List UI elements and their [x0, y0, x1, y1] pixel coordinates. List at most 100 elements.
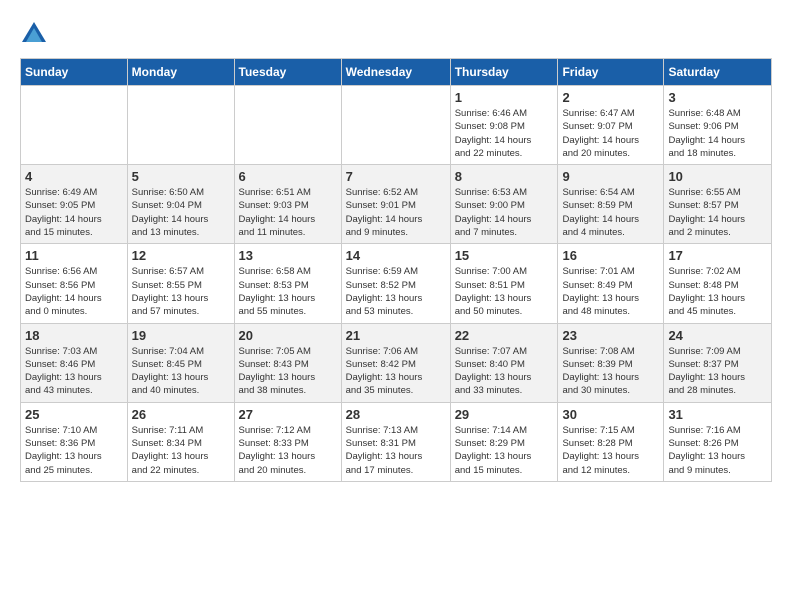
day-info: Sunrise: 6:56 AM Sunset: 8:56 PM Dayligh… [25, 265, 123, 318]
calendar-cell: 5 Sunrise: 6:50 AM Sunset: 9:04 PM Daylig… [127, 165, 234, 244]
calendar-cell: 11 Sunrise: 6:56 AM Sunset: 8:56 PM Dayli… [21, 244, 128, 323]
day-number: 3 [668, 90, 767, 105]
calendar-header: SundayMondayTuesdayWednesdayThursdayFrid… [21, 59, 772, 86]
day-number: 14 [346, 248, 446, 263]
calendar-row: 18 Sunrise: 7:03 AM Sunset: 8:46 PM Dayli… [21, 323, 772, 402]
calendar-cell: 27 Sunrise: 7:12 AM Sunset: 8:33 PM Dayli… [234, 402, 341, 481]
day-number: 1 [455, 90, 554, 105]
calendar-cell: 24 Sunrise: 7:09 AM Sunset: 8:37 PM Dayli… [664, 323, 772, 402]
calendar-cell: 19Sunrise: 7:04 AM Sunset: 8:45 PM Dayli… [127, 323, 234, 402]
day-number: 10 [668, 169, 767, 184]
page-header [20, 20, 772, 48]
calendar-cell: 8 Sunrise: 6:53 AM Sunset: 9:00 PM Daylig… [450, 165, 558, 244]
day-number: 6 [239, 169, 337, 184]
day-info: Sunrise: 7:06 AM Sunset: 8:42 PM Dayligh… [346, 345, 446, 398]
day-info: Sunrise: 7:16 AM Sunset: 8:26 PM Dayligh… [668, 424, 767, 477]
day-number: 16 [562, 248, 659, 263]
day-number: 27 [239, 407, 337, 422]
day-info: Sunrise: 7:11 AM Sunset: 8:34 PM Dayligh… [132, 424, 230, 477]
calendar-cell: 7 Sunrise: 6:52 AM Sunset: 9:01 PM Daylig… [341, 165, 450, 244]
calendar-cell: 13 Sunrise: 6:58 AM Sunset: 8:53 PM Dayli… [234, 244, 341, 323]
day-info: Sunrise: 7:05 AM Sunset: 8:43 PM Dayligh… [239, 345, 337, 398]
day-number: 19 [132, 328, 230, 343]
calendar-cell: 26Sunrise: 7:11 AM Sunset: 8:34 PM Dayli… [127, 402, 234, 481]
calendar-cell: 23 Sunrise: 7:08 AM Sunset: 8:39 PM Dayli… [558, 323, 664, 402]
day-info: Sunrise: 7:00 AM Sunset: 8:51 PM Dayligh… [455, 265, 554, 318]
day-number: 28 [346, 407, 446, 422]
calendar-cell: 18 Sunrise: 7:03 AM Sunset: 8:46 PM Dayli… [21, 323, 128, 402]
day-info: Sunrise: 6:52 AM Sunset: 9:01 PM Dayligh… [346, 186, 446, 239]
calendar-cell: 29Sunrise: 7:14 AM Sunset: 8:29 PM Dayli… [450, 402, 558, 481]
logo [20, 20, 52, 48]
day-info: Sunrise: 6:55 AM Sunset: 8:57 PM Dayligh… [668, 186, 767, 239]
day-info: Sunrise: 7:01 AM Sunset: 8:49 PM Dayligh… [562, 265, 659, 318]
calendar-cell: 20Sunrise: 7:05 AM Sunset: 8:43 PM Dayli… [234, 323, 341, 402]
calendar-row: 4 Sunrise: 6:49 AM Sunset: 9:05 PM Daylig… [21, 165, 772, 244]
weekday-header: Monday [127, 59, 234, 86]
day-info: Sunrise: 6:50 AM Sunset: 9:04 PM Dayligh… [132, 186, 230, 239]
day-info: Sunrise: 6:46 AM Sunset: 9:08 PM Dayligh… [455, 107, 554, 160]
day-number: 21 [346, 328, 446, 343]
day-number: 4 [25, 169, 123, 184]
day-number: 12 [132, 248, 230, 263]
weekday-header: Sunday [21, 59, 128, 86]
weekday-header: Friday [558, 59, 664, 86]
day-info: Sunrise: 7:07 AM Sunset: 8:40 PM Dayligh… [455, 345, 554, 398]
day-number: 15 [455, 248, 554, 263]
day-number: 22 [455, 328, 554, 343]
calendar-cell: 12Sunrise: 6:57 AM Sunset: 8:55 PM Dayli… [127, 244, 234, 323]
calendar-body: 1 Sunrise: 6:46 AM Sunset: 9:08 PM Daylig… [21, 86, 772, 482]
day-number: 29 [455, 407, 554, 422]
calendar-cell: 1 Sunrise: 6:46 AM Sunset: 9:08 PM Daylig… [450, 86, 558, 165]
calendar-cell [234, 86, 341, 165]
day-number: 7 [346, 169, 446, 184]
calendar-cell [21, 86, 128, 165]
calendar-cell: 30Sunrise: 7:15 AM Sunset: 8:28 PM Dayli… [558, 402, 664, 481]
day-info: Sunrise: 7:03 AM Sunset: 8:46 PM Dayligh… [25, 345, 123, 398]
calendar-cell: 15 Sunrise: 7:00 AM Sunset: 8:51 PM Dayli… [450, 244, 558, 323]
day-number: 17 [668, 248, 767, 263]
day-info: Sunrise: 6:54 AM Sunset: 8:59 PM Dayligh… [562, 186, 659, 239]
weekday-header: Thursday [450, 59, 558, 86]
calendar-cell: 28Sunrise: 7:13 AM Sunset: 8:31 PM Dayli… [341, 402, 450, 481]
calendar-cell: 3 Sunrise: 6:48 AM Sunset: 9:06 PM Daylig… [664, 86, 772, 165]
day-number: 30 [562, 407, 659, 422]
day-number: 11 [25, 248, 123, 263]
day-info: Sunrise: 6:48 AM Sunset: 9:06 PM Dayligh… [668, 107, 767, 160]
day-info: Sunrise: 6:47 AM Sunset: 9:07 PM Dayligh… [562, 107, 659, 160]
calendar-cell [127, 86, 234, 165]
calendar-cell: 9Sunrise: 6:54 AM Sunset: 8:59 PM Daylig… [558, 165, 664, 244]
day-number: 25 [25, 407, 123, 422]
calendar-cell: 16 Sunrise: 7:01 AM Sunset: 8:49 PM Dayli… [558, 244, 664, 323]
calendar-table: SundayMondayTuesdayWednesdayThursdayFrid… [20, 58, 772, 482]
day-number: 2 [562, 90, 659, 105]
day-info: Sunrise: 7:10 AM Sunset: 8:36 PM Dayligh… [25, 424, 123, 477]
day-info: Sunrise: 6:59 AM Sunset: 8:52 PM Dayligh… [346, 265, 446, 318]
calendar-cell: 17 Sunrise: 7:02 AM Sunset: 8:48 PM Dayli… [664, 244, 772, 323]
day-number: 5 [132, 169, 230, 184]
weekday-header: Tuesday [234, 59, 341, 86]
day-info: Sunrise: 7:02 AM Sunset: 8:48 PM Dayligh… [668, 265, 767, 318]
day-info: Sunrise: 6:53 AM Sunset: 9:00 PM Dayligh… [455, 186, 554, 239]
calendar-row: 1 Sunrise: 6:46 AM Sunset: 9:08 PM Daylig… [21, 86, 772, 165]
day-number: 18 [25, 328, 123, 343]
day-info: Sunrise: 6:49 AM Sunset: 9:05 PM Dayligh… [25, 186, 123, 239]
day-info: Sunrise: 7:08 AM Sunset: 8:39 PM Dayligh… [562, 345, 659, 398]
day-number: 23 [562, 328, 659, 343]
day-info: Sunrise: 7:12 AM Sunset: 8:33 PM Dayligh… [239, 424, 337, 477]
calendar-cell [341, 86, 450, 165]
calendar-cell: 10 Sunrise: 6:55 AM Sunset: 8:57 PM Dayli… [664, 165, 772, 244]
calendar-row: 11 Sunrise: 6:56 AM Sunset: 8:56 PM Dayli… [21, 244, 772, 323]
calendar-cell: 21 Sunrise: 7:06 AM Sunset: 8:42 PM Dayli… [341, 323, 450, 402]
calendar-cell: 4 Sunrise: 6:49 AM Sunset: 9:05 PM Daylig… [21, 165, 128, 244]
day-number: 31 [668, 407, 767, 422]
day-number: 24 [668, 328, 767, 343]
calendar-cell: 14 Sunrise: 6:59 AM Sunset: 8:52 PM Dayli… [341, 244, 450, 323]
day-number: 8 [455, 169, 554, 184]
day-number: 13 [239, 248, 337, 263]
calendar-cell: 2 Sunrise: 6:47 AM Sunset: 9:07 PM Daylig… [558, 86, 664, 165]
day-info: Sunrise: 6:58 AM Sunset: 8:53 PM Dayligh… [239, 265, 337, 318]
day-info: Sunrise: 7:09 AM Sunset: 8:37 PM Dayligh… [668, 345, 767, 398]
day-info: Sunrise: 6:51 AM Sunset: 9:03 PM Dayligh… [239, 186, 337, 239]
calendar-cell: 6 Sunrise: 6:51 AM Sunset: 9:03 PM Daylig… [234, 165, 341, 244]
